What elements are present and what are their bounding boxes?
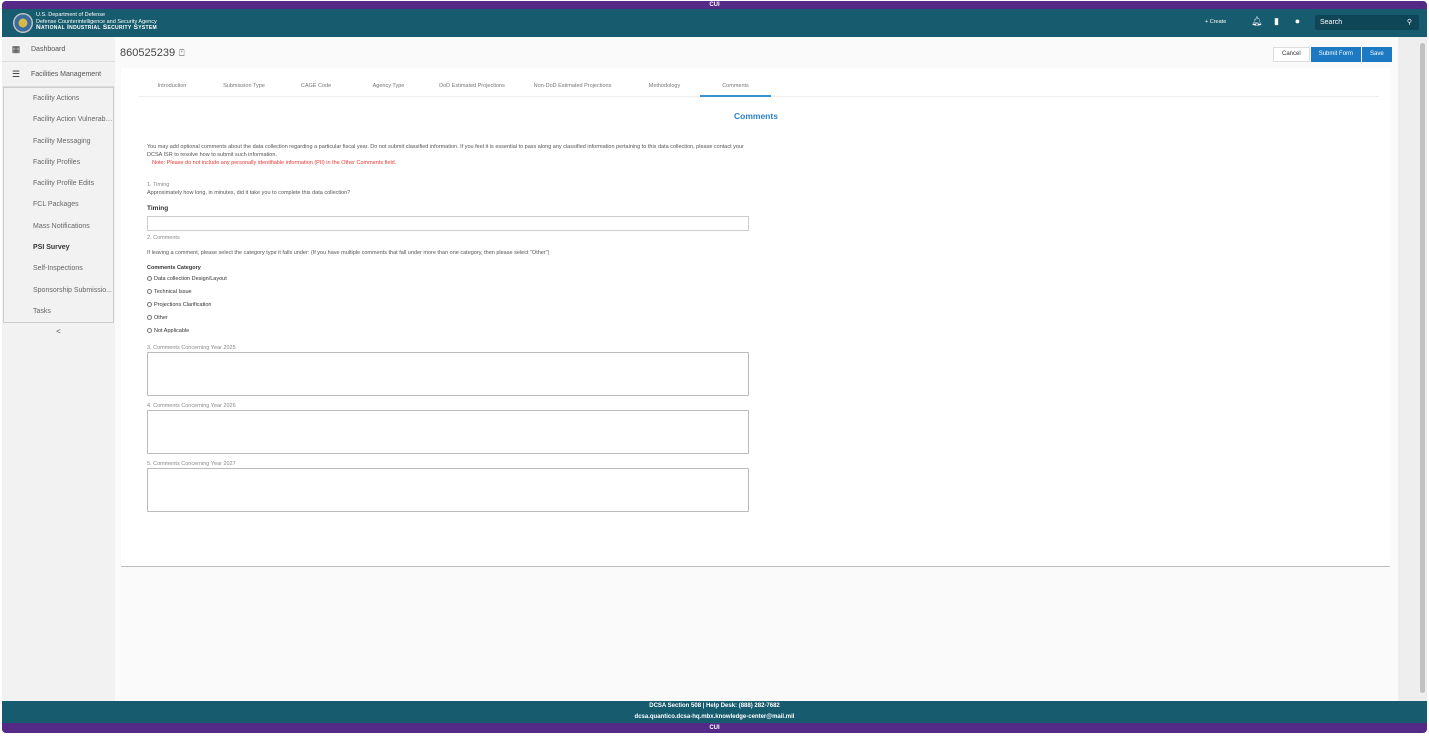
category-radio-technical-issue[interactable]: Technical Issue (147, 285, 757, 298)
question-5-label: 5. Comments Concerning Year 2027 (147, 461, 236, 467)
sidebar-item-fcl-packages[interactable]: FCL Packages (4, 194, 113, 215)
system-name: National Industrial Security System (36, 24, 157, 31)
radio-label: Other (154, 314, 168, 321)
facilities-submenu: Facility Actions Facility Action Vulnera… (3, 87, 114, 324)
question-2-label: 2. Comments (147, 235, 180, 241)
radio-label: Technical Issue (154, 288, 192, 295)
category-radio-design-layout[interactable]: Data collection Design/Layout (147, 272, 757, 285)
cui-banner-bottom: CUI (2, 723, 1427, 733)
account-icon[interactable]: ● (1293, 17, 1302, 26)
comments-category-label: Comments Category (147, 265, 201, 271)
save-button[interactable]: Save (1362, 47, 1392, 62)
sidebar-item-facility-messaging[interactable]: Facility Messaging (4, 131, 113, 152)
form-tabs: Introduction Submission Type CAGE Code A… (139, 68, 1379, 97)
category-radio-projections-clarification[interactable]: Projections Clarification (147, 298, 757, 311)
bell-icon[interactable]: 🔔︎ (1251, 17, 1262, 26)
app-header: U.S. Department of Defense Defense Count… (2, 9, 1427, 37)
page-title: 860525239 ⍞ (120, 47, 184, 59)
question-1-text: Approximately how long, in minutes, did … (147, 190, 351, 196)
question-4-label: 4. Comments Concerning Year 2026 (147, 403, 236, 409)
sidebar-item-sponsorship-submissions[interactable]: Sponsorship Submissio... (4, 280, 113, 301)
collapse-sidebar-button[interactable]: < (2, 327, 115, 336)
radio-circle[interactable] (147, 289, 152, 294)
dod-seal-logo (13, 13, 33, 33)
sidebar-item-psi-survey[interactable]: PSI Survey (4, 237, 113, 258)
comments-2025-textarea[interactable] (147, 352, 749, 396)
tab-methodology[interactable]: Methodology (629, 68, 700, 97)
tab-submission-type[interactable]: Submission Type (205, 68, 283, 97)
sidebar-item-facilities-management[interactable]: ☰ Facilities Management (2, 62, 115, 87)
sidebar-item-dashboard[interactable]: ▦ Dashboard (2, 37, 115, 62)
footer-helpdesk[interactable]: DCSA Section 508 | Help Desk: (888) 282-… (2, 701, 1427, 712)
radio-label: Data collection Design/Layout (154, 275, 227, 282)
sidebar-item-tasks[interactable]: Tasks (4, 301, 113, 322)
question-3-label: 3. Comments Concerning Year 2025 (147, 345, 236, 351)
cui-banner-top: CUI (2, 1, 1427, 9)
tab-dod-estimated-projections[interactable]: DoD Estimated Projections (428, 68, 516, 97)
scrollbar-thumb[interactable] (1420, 43, 1425, 693)
agency-title[interactable]: U.S. Department of Defense Defense Count… (36, 12, 157, 32)
cancel-button[interactable]: Cancel (1273, 47, 1310, 62)
sidebar-item-facility-actions[interactable]: Facility Actions (4, 88, 113, 109)
question-1-label: 1. Timing (147, 182, 170, 188)
vertical-scrollbar[interactable] (1398, 37, 1427, 701)
list-icon: ☰ (11, 68, 21, 79)
radio-circle[interactable] (147, 302, 152, 307)
search-icon[interactable]: ⚲ (1407, 15, 1412, 30)
sidebar-item-facility-profiles[interactable]: Facility Profiles (4, 152, 113, 173)
sidebar: ▦ Dashboard ☰ Facilities Management Facili… (2, 37, 115, 701)
bookmark-icon[interactable]: ▮ (1272, 17, 1281, 26)
main-content: 860525239 ⍞ Cancel Submit Form Save Intro… (115, 37, 1398, 701)
tab-introduction[interactable]: Introduction (139, 68, 205, 97)
comments-2026-textarea[interactable] (147, 410, 749, 454)
category-radio-not-applicable[interactable]: Not Applicable (147, 324, 757, 337)
dashboard-icon: ▦ (11, 43, 21, 54)
footer: DCSA Section 508 | Help Desk: (888) 282-… (2, 701, 1427, 723)
search-input[interactable]: Search ⚲ (1315, 15, 1419, 30)
footer-email[interactable]: dcsa.quantico.dcsa-hq.mbx.knowledge-cent… (2, 712, 1427, 723)
radio-label: Not Applicable (154, 327, 190, 334)
form-card: Introduction Submission Type CAGE Code A… (121, 68, 1390, 567)
search-placeholder: Search (1320, 19, 1343, 26)
sidebar-item-self-inspections[interactable]: Self-Inspections (4, 258, 113, 279)
create-button[interactable]: + Create (1205, 19, 1226, 25)
bookmark-icon[interactable]: ⍞ (179, 48, 184, 58)
record-id: 860525239 (120, 47, 176, 59)
tab-comments[interactable]: Comments (700, 68, 771, 97)
radio-label: Projections Clarification (154, 301, 212, 308)
question-2-text: If leaving a comment, please select the … (147, 250, 550, 256)
radio-circle[interactable] (147, 328, 152, 333)
tab-non-dod-estimated-projections[interactable]: Non-DoD Estimated Projections (516, 68, 629, 97)
timing-input[interactable] (147, 216, 749, 231)
pii-note: Note: Please do not include any personal… (152, 160, 397, 166)
tab-agency-type[interactable]: Agency Type (349, 68, 428, 97)
timing-label: Timing (147, 205, 169, 212)
section-title: Comments (734, 111, 778, 121)
intro-text: You may add optional comments about the … (147, 144, 744, 158)
comments-2027-textarea[interactable] (147, 468, 749, 512)
category-radio-other[interactable]: Other (147, 311, 757, 324)
radio-circle[interactable] (147, 276, 152, 281)
tab-cage-code[interactable]: CAGE Code (283, 68, 349, 97)
sidebar-item-facility-profile-edits[interactable]: Facility Profile Edits (4, 173, 113, 194)
submit-form-button[interactable]: Submit Form (1310, 47, 1362, 62)
sidebar-item-mass-notifications[interactable]: Mass Notifications (4, 216, 113, 237)
radio-circle[interactable] (147, 315, 152, 320)
sidebar-item-facility-action-vulnerabilities[interactable]: Facility Action Vulnerabil... (4, 109, 113, 130)
sidebar-label: Facilities Management (31, 70, 102, 78)
sidebar-label: Dashboard (31, 45, 66, 53)
